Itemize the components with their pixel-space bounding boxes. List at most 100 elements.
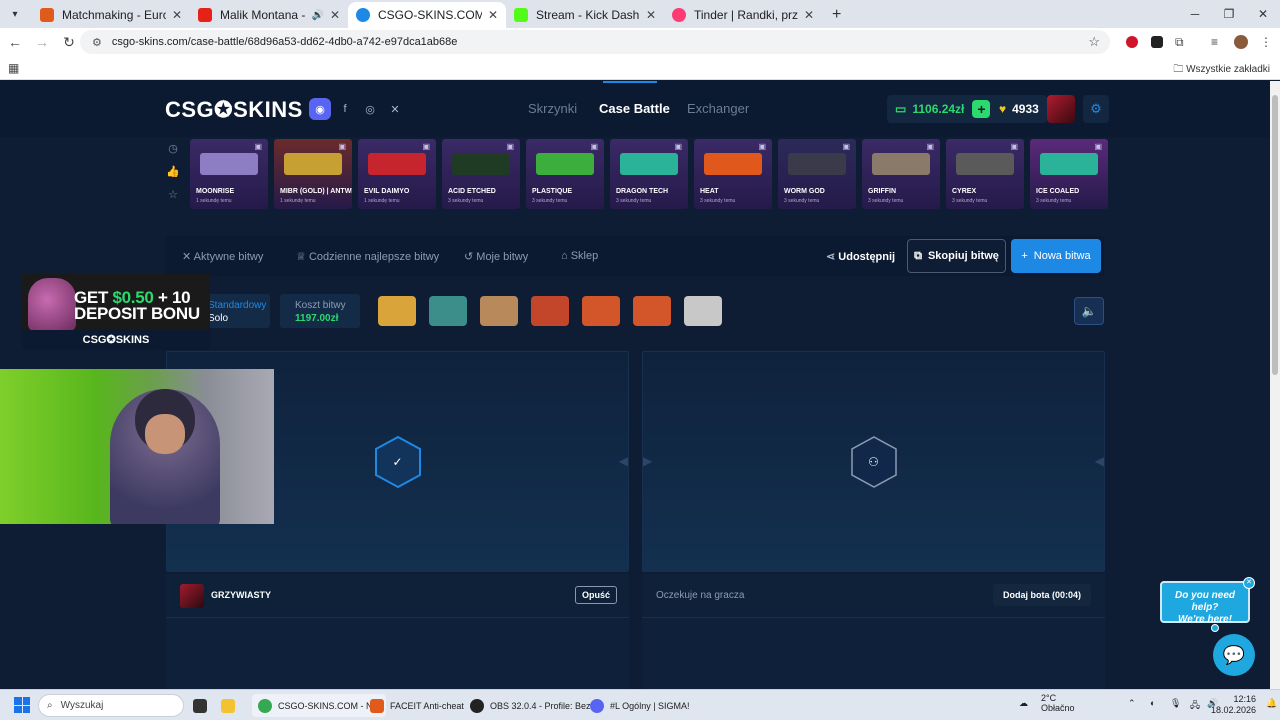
battle-case-image[interactable] [480, 296, 518, 326]
balance-badge[interactable]: ▭ 1106.24zł + [887, 95, 999, 123]
x-twitter-icon[interactable]: ✕ [384, 98, 406, 120]
task-view-icon[interactable] [193, 694, 213, 717]
forward-icon[interactable]: → [30, 34, 54, 50]
reload-icon[interactable]: ↻ [57, 34, 81, 51]
notifications-icon[interactable]: 🔔 [1266, 698, 1277, 709]
star-icon[interactable]: ☆ [166, 188, 180, 201]
share-button[interactable]: ⋖ Udostępnij [826, 250, 895, 263]
drop-card[interactable]: ▣ PLASTIQUE 3 sekundy temu [526, 139, 604, 209]
nav-exchanger[interactable]: Exchanger [687, 101, 749, 116]
windows-start-icon[interactable] [14, 697, 30, 713]
tab-csgo-skins[interactable]: CSGO-SKINS.COM - Najlepsze ✕ [348, 2, 506, 28]
close-icon[interactable]: ✕ [804, 8, 814, 22]
cost-value: 1197.00zł [295, 313, 339, 324]
drop-card[interactable]: ▣ MIBR (GOLD) | ANTWERP 2022 1 sekundę tem… [274, 139, 352, 209]
facebook-icon[interactable]: f [334, 98, 356, 120]
tab-my-battles[interactable]: ↺ Moje bitwy [464, 250, 528, 263]
drop-card[interactable]: ▣ CYREX 3 sekundy temu [946, 139, 1024, 209]
tab-active-label: Aktywne bitwy [193, 251, 264, 263]
tab-shop[interactable]: ⌂ Sklep [561, 250, 598, 262]
clock-icon[interactable]: ◷ [166, 142, 180, 155]
tab-daily-best[interactable]: ♕ Codzienne najlepsze bitwy [296, 250, 439, 263]
drop-time: 3 sekundy temu [700, 198, 736, 204]
opera-extension-icon[interactable] [1126, 28, 1138, 56]
close-icon[interactable]: ✕ [488, 8, 498, 22]
user-avatar[interactable] [1047, 95, 1075, 123]
weather-icon[interactable]: ☁ [1019, 698, 1028, 709]
tab-tinder[interactable]: Tinder | Randki, przyjaźni, nowe ✕ [664, 2, 822, 28]
close-icon[interactable]: ✕ [330, 8, 340, 22]
taskbar-search[interactable]: ⌕ Wyszukaj [38, 694, 184, 717]
minimize-icon[interactable]: ─ [1178, 0, 1212, 28]
media-icon[interactable]: ≡ [1211, 28, 1218, 56]
tab-kick[interactable]: Stream - Kick Dashboard ✕ [506, 2, 664, 28]
nav-skrzynki[interactable]: Skrzynki [528, 101, 577, 116]
leave-button[interactable]: Opuść [574, 586, 617, 604]
tray-app-icon[interactable]: ◐ [1150, 698, 1155, 708]
weather-widget[interactable]: 2°C Obłačno [1041, 693, 1075, 713]
drop-card[interactable]: ▣ HEAT 3 sekundy temu [694, 139, 772, 209]
help-bubble[interactable]: Do you need help? We're here! [1160, 581, 1250, 625]
speaker-icon[interactable]: 🔊 [311, 10, 323, 21]
nav-case-battle[interactable]: Case Battle [599, 101, 670, 116]
menu-kebab-icon[interactable]: ⋮ [1260, 28, 1272, 56]
file-explorer-icon[interactable] [221, 694, 241, 717]
copy-battle-button[interactable]: ⧉ Skopiuj bitwę [907, 239, 1006, 273]
url-field[interactable]: ⚙ csgo-skins.com/case-battle/68d96a53-dd… [80, 30, 1110, 54]
taskbar-chrome[interactable]: CSGO-SKINS.COM - Naj [252, 694, 386, 717]
wallet-icon: ▭ [895, 102, 907, 116]
drop-card[interactable]: ▣ WORM GOD 3 sekundy temu [778, 139, 856, 209]
scrollbar-thumb[interactable] [1272, 95, 1278, 375]
taskbar-discord[interactable]: #L Ogólny | SIGMA! [590, 694, 690, 717]
apps-grid-icon[interactable]: ▦ [8, 61, 19, 75]
drop-card[interactable]: ▣ MOONRISE 1 sekundę temu [190, 139, 268, 209]
battle-case-image[interactable] [582, 296, 620, 326]
drop-card[interactable]: ▣ ACID ETCHED 3 sekundy temu [442, 139, 520, 209]
tab-youtube[interactable]: Malik Montana - Baciata [O 🔊 ✕ [190, 2, 348, 28]
battle-case-image[interactable] [633, 296, 671, 326]
tray-chevron-icon[interactable]: ⌃ [1128, 698, 1136, 709]
chat-bubble-icon[interactable]: 💬 [1213, 634, 1255, 676]
back-icon[interactable]: ← [3, 34, 27, 50]
new-battle-button[interactable]: + Nowa bitwa [1011, 239, 1101, 273]
close-icon[interactable]: ✕ [172, 8, 182, 22]
instagram-icon[interactable]: ◎ [359, 98, 381, 120]
site-info-icon[interactable]: ⚙ [92, 36, 102, 49]
maximize-icon[interactable]: ❐ [1212, 0, 1246, 28]
help-close-icon[interactable]: ✕ [1243, 577, 1255, 589]
type-value: Solo [208, 313, 229, 324]
profile-avatar-icon[interactable] [1234, 28, 1248, 56]
tab-matchmaking[interactable]: Matchmaking - Europe 5v5 Qu ✕ [32, 2, 190, 28]
drop-card[interactable]: ▣ DRAGON TECH 3 sekundy temu [610, 139, 688, 209]
close-window-icon[interactable]: ✕ [1246, 0, 1280, 28]
network-icon[interactable]: 🖧 [1190, 698, 1200, 714]
coins-badge[interactable]: ♥ 4933 [991, 95, 1047, 123]
new-tab-icon[interactable]: + [832, 6, 841, 24]
microphone-icon[interactable]: 🎙 [1170, 698, 1181, 709]
all-bookmarks-link[interactable]: 🗀 Wszystkie zakładki [1173, 62, 1270, 79]
close-icon[interactable]: ✕ [646, 8, 656, 22]
taskbar-obs[interactable]: OBS 32.0.4 - Profile: Bez [470, 694, 591, 717]
tab-active-battles[interactable]: ✕ Aktywne bitwy [182, 250, 263, 263]
bookmark-star-icon[interactable]: ☆ [1088, 34, 1100, 50]
taskbar-faceit[interactable]: FACEIT Anti-cheat [370, 694, 464, 717]
settings-gear-icon[interactable]: ⚙ [1083, 95, 1109, 123]
drop-card[interactable]: ▣ EVIL DAIMYO 1 sekundę temu [358, 139, 436, 209]
puzzle-icon[interactable]: ⧉ [1175, 28, 1184, 56]
add-bot-button[interactable]: Dodaj bota (00:04) [992, 584, 1091, 606]
discord-icon[interactable]: ◉ [309, 98, 331, 120]
battle-case-image[interactable] [429, 296, 467, 326]
site-logo[interactable]: CSG✪SKINS [165, 97, 303, 123]
page-scrollbar[interactable] [1270, 81, 1280, 689]
battle-case-image[interactable] [531, 296, 569, 326]
drop-card[interactable]: ▣ GRIFFIN 3 sekundy temu [862, 139, 940, 209]
deposit-plus-button[interactable]: + [972, 100, 991, 118]
battle-case-image[interactable] [378, 296, 416, 326]
battle-case-image[interactable] [684, 296, 722, 326]
sound-toggle-icon[interactable]: 🔈 [1074, 297, 1104, 325]
tab-search-icon[interactable]: ▾ [4, 3, 26, 25]
thumbs-up-icon[interactable]: 👍 [166, 165, 180, 178]
extension-icon[interactable] [1151, 28, 1163, 56]
taskbar-clock[interactable]: 12:16 18.02.2026 [1211, 694, 1256, 716]
drop-card[interactable]: ▣ ICE COALED 3 sekundy temu [1030, 139, 1108, 209]
